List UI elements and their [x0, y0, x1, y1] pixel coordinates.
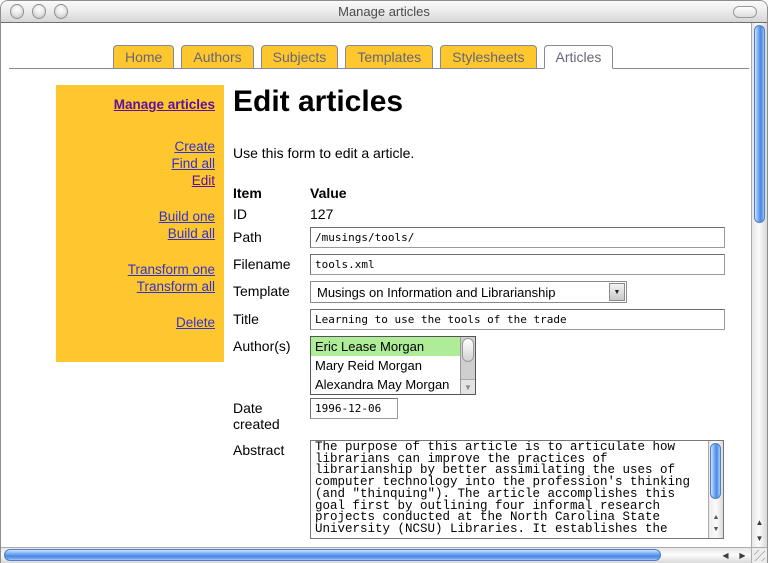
path-label: Path [233, 227, 310, 245]
scroll-left-icon[interactable]: ◀ [717, 548, 734, 563]
form-row-date-created: Date created [233, 398, 751, 432]
authors-listbox[interactable]: Eric Lease Morgan Mary Reid Morgan Alexa… [310, 336, 476, 395]
title-input[interactable] [310, 309, 725, 330]
title-bar: Manage articles [1, 1, 767, 23]
window-content: Home Authors Subjects Templates Styleshe… [1, 23, 767, 563]
form-row-title: Title [233, 309, 751, 330]
id-value: 127 [310, 206, 333, 222]
filename-input[interactable] [310, 254, 725, 275]
page-viewport: Home Authors Subjects Templates Styleshe… [1, 23, 751, 547]
sidebar-group-delete: Delete [62, 314, 215, 331]
vertical-scrollbar-thumb[interactable] [754, 25, 765, 223]
form-row-filename: Filename [233, 254, 751, 275]
dropdown-arrow-icon[interactable]: ▼ [609, 283, 625, 301]
sidebar-group-crud: Create Find all Edit [62, 138, 215, 189]
scroll-right-icon[interactable]: ▶ [734, 548, 751, 563]
vertical-scrollbar[interactable]: ▲ ▼ [751, 23, 767, 547]
date-created-label: Date created [233, 398, 310, 432]
intro-text: Use this form to edit a article. [233, 145, 751, 161]
tab-templates[interactable]: Templates [345, 45, 433, 69]
scroll-down-icon[interactable]: ▼ [709, 524, 723, 536]
sidebar-link-transform-one[interactable]: Transform one [62, 261, 215, 278]
form-row-authors: Author(s) Eric Lease Morgan Mary Reid Mo… [233, 336, 751, 395]
listbox-scrollbar[interactable]: ▼ [460, 337, 475, 394]
window-title: Manage articles [1, 4, 767, 19]
abstract-text[interactable]: The purpose of this article is to articu… [311, 441, 706, 538]
abstract-scrollbar-thumb[interactable] [710, 443, 721, 499]
scroll-up-icon[interactable]: ▲ [752, 515, 767, 531]
horizontal-scrollbar-thumb[interactable] [4, 549, 661, 561]
template-select[interactable]: Musings on Information and Librarianship… [310, 281, 627, 303]
filename-label: Filename [233, 254, 310, 272]
tab-stylesheets[interactable]: Stylesheets [440, 45, 536, 69]
sidebar-link-edit[interactable]: Edit [62, 172, 215, 189]
author-option[interactable]: Alexandra May Morgan [311, 375, 460, 394]
scroll-down-icon[interactable]: ▼ [752, 531, 767, 547]
sidebar-link-build-one[interactable]: Build one [62, 208, 215, 225]
abstract-label: Abstract [233, 440, 310, 458]
abstract-textarea[interactable]: The purpose of this article is to articu… [310, 440, 724, 539]
sidebar-link-create[interactable]: Create [62, 138, 215, 155]
tab-authors[interactable]: Authors [181, 45, 253, 69]
scroll-down-icon[interactable]: ▼ [461, 379, 475, 394]
abstract-scrollbar-arrows: ▲ ▼ [709, 512, 723, 536]
column-header-item: Item [233, 185, 310, 201]
title-label: Title [233, 309, 310, 327]
browser-window: Manage articles Home Authors Subjects Te… [0, 0, 768, 563]
abstract-scrollbar[interactable]: ▲ ▼ [708, 441, 723, 538]
form-row-id: ID 127 [233, 206, 751, 222]
tab-subjects[interactable]: Subjects [261, 45, 339, 69]
resize-grip[interactable] [751, 547, 767, 563]
author-option[interactable]: Mary Reid Morgan [311, 356, 460, 375]
tab-articles[interactable]: Articles [544, 45, 614, 69]
form-row-template: Template Musings on Information and Libr… [233, 281, 751, 303]
sidebar-link-build-all[interactable]: Build all [62, 225, 215, 242]
sidebar-group-transform: Transform one Transform all [62, 261, 215, 295]
sidebar-link-find-all[interactable]: Find all [62, 155, 215, 172]
horizontal-scrollbar[interactable]: ◀ ▶ [1, 547, 751, 563]
authors-label: Author(s) [233, 336, 310, 354]
form-row-path: Path [233, 227, 751, 248]
sidebar-group-build: Build one Build all [62, 208, 215, 242]
page-title: Edit articles [233, 85, 751, 119]
main-content: Edit articles Use this form to edit a ar… [233, 85, 751, 547]
authors-options: Eric Lease Morgan Mary Reid Morgan Alexa… [311, 337, 460, 394]
vertical-scrollbar-arrows: ▲ ▼ [752, 515, 767, 547]
table-header-row: Item Value [233, 185, 751, 201]
sidebar: Manage articles Create Find all Edit Bui… [56, 85, 224, 362]
template-selected-value: Musings on Information and Librarianship [311, 285, 609, 300]
sidebar-link-delete[interactable]: Delete [62, 314, 215, 331]
author-option-selected[interactable]: Eric Lease Morgan [311, 337, 460, 356]
tab-bar: Home Authors Subjects Templates Styleshe… [9, 44, 749, 69]
tab-home[interactable]: Home [113, 45, 174, 69]
toolbar-toggle-button[interactable] [733, 6, 757, 18]
scroll-up-icon[interactable]: ▲ [709, 512, 723, 524]
sidebar-link-transform-all[interactable]: Transform all [62, 278, 215, 295]
horizontal-scrollbar-arrows: ◀ ▶ [717, 548, 751, 563]
path-input[interactable] [310, 227, 725, 248]
date-created-input[interactable] [310, 398, 398, 419]
listbox-scrollbar-thumb[interactable] [462, 338, 474, 362]
id-label: ID [233, 206, 310, 222]
edit-form: Item Value ID 127 Path Filename [233, 185, 751, 547]
sidebar-link-manage-articles[interactable]: Manage articles [62, 96, 215, 113]
form-row-abstract: Abstract The purpose of this article is … [233, 440, 751, 539]
column-header-value: Value [310, 185, 347, 201]
template-label: Template [233, 281, 310, 299]
